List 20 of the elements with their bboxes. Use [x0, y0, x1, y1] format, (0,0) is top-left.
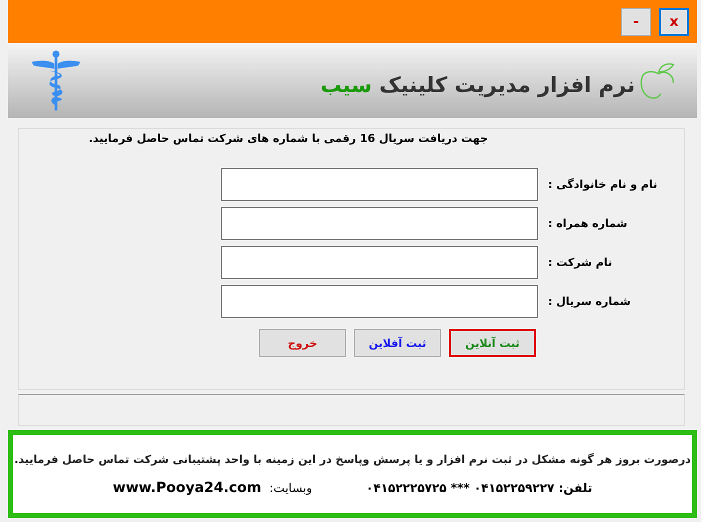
caduceus-icon	[30, 48, 82, 114]
input-field[interactable]	[221, 285, 538, 318]
input-field[interactable]	[221, 207, 538, 240]
app-title: نرم افزار مدیریت کلینیک سیب	[320, 72, 635, 96]
field-label: نام و نام خانوادگی :	[548, 178, 658, 191]
instruction-text: جهت دریافت سریال 16 رقمی با شماره های شرکت تماس حاصل فرمایید.	[88, 131, 489, 145]
phone-numbers: تلفن: ۰۴۱۵۲۲۵۹۲۲۷ *** ۰۴۱۵۲۲۲۵۷۲۵	[366, 480, 592, 494]
field-label: نام شرکت :	[548, 256, 614, 269]
field-label: شماره سریال :	[548, 295, 632, 308]
form-button[interactable]: خروج	[259, 329, 346, 357]
support-message: درصورت بروز هر گونه مشکل در ثبت نرم افزار و یا پرسش وپاسخ در این زمینه با واحد پشتیبانی شرکت تماس حاصل فرمایید.	[14, 452, 691, 466]
close-button[interactable]: x	[659, 8, 689, 36]
website-label: وبسایت:	[269, 480, 312, 494]
form-button[interactable]: ثبت آنلاین	[449, 329, 536, 357]
field-label: شماره همراه :	[548, 217, 628, 230]
website-link[interactable]: www.Pooya24.com	[112, 480, 262, 496]
input-field[interactable]	[221, 168, 538, 201]
input-field[interactable]	[221, 246, 538, 279]
minimize-button[interactable]: -	[621, 8, 651, 36]
form-button[interactable]: ثبت آفلاین	[354, 329, 441, 357]
